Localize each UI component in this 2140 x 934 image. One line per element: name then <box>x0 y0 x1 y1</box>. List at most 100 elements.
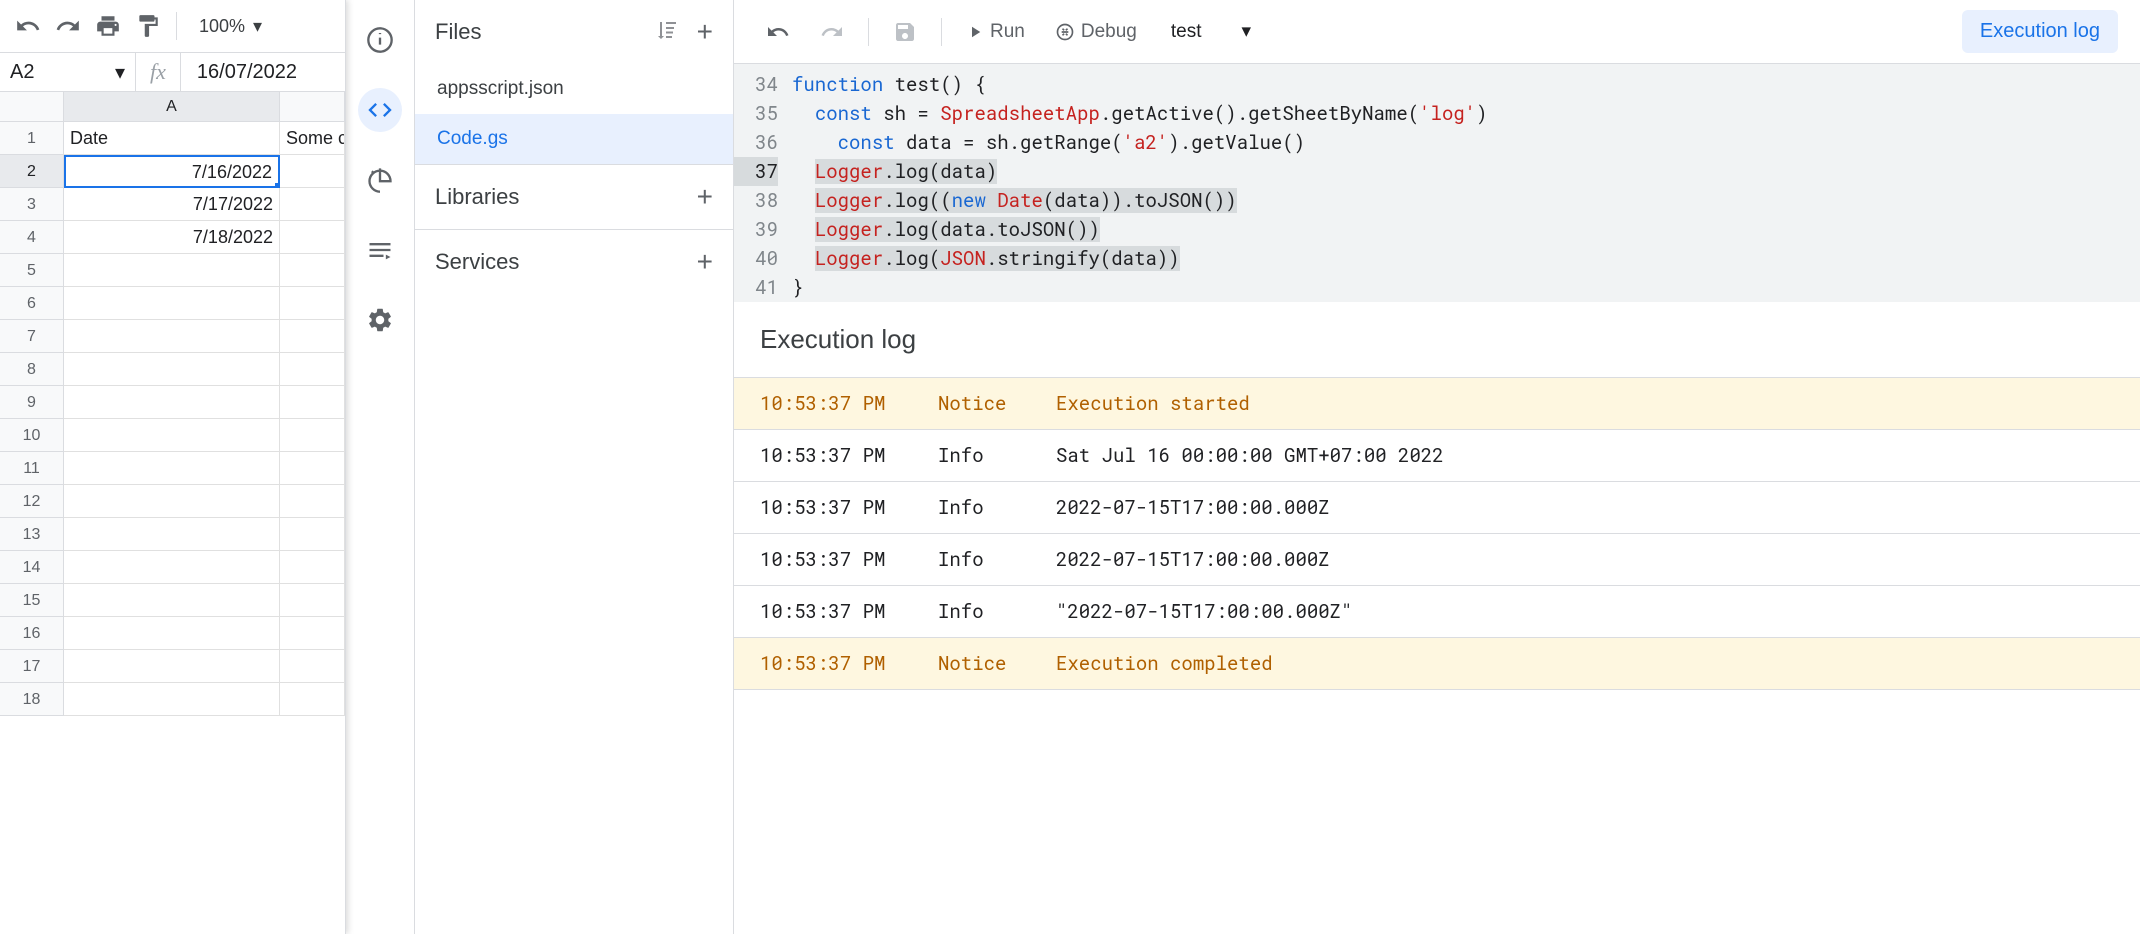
cell[interactable]: 7/17/2022 <box>64 188 280 221</box>
cell[interactable] <box>280 155 345 188</box>
cell[interactable] <box>64 683 280 716</box>
code-editor[interactable]: 3435363738394041 function test() { const… <box>734 64 2140 302</box>
row-header[interactable]: 11 <box>0 452 64 485</box>
row-header[interactable]: 10 <box>0 419 64 452</box>
overview-icon[interactable] <box>358 18 402 62</box>
cell[interactable] <box>64 419 280 452</box>
spreadsheet-grid[interactable]: A 1DateSome c 27/16/202237/17/202247/18/2… <box>0 92 345 934</box>
cell[interactable] <box>280 221 345 254</box>
row-header[interactable]: 15 <box>0 584 64 617</box>
editor-icon[interactable] <box>358 88 402 132</box>
chevron-down-icon: ▾ <box>115 60 125 85</box>
print-button[interactable] <box>92 10 124 42</box>
undo-button[interactable] <box>12 10 44 42</box>
cell[interactable] <box>280 287 345 320</box>
row-header[interactable]: 6 <box>0 287 64 320</box>
fx-icon: fx <box>136 53 181 91</box>
file-item[interactable]: Code.gs <box>415 114 733 164</box>
log-msg: 2022-07-15T17:00:00.000Z <box>1056 495 2114 520</box>
cell[interactable] <box>64 287 280 320</box>
cell[interactable] <box>64 254 280 287</box>
settings-icon[interactable] <box>358 298 402 342</box>
cell[interactable] <box>280 683 345 716</box>
run-button[interactable]: Run <box>956 15 1035 49</box>
cell[interactable] <box>64 617 280 650</box>
row-header[interactable]: 17 <box>0 650 64 683</box>
cell[interactable] <box>64 485 280 518</box>
cell[interactable] <box>280 617 345 650</box>
row-header[interactable]: 5 <box>0 254 64 287</box>
execution-log-button[interactable]: Execution log <box>1962 10 2118 53</box>
cell[interactable] <box>280 551 345 584</box>
redo-button[interactable] <box>52 10 84 42</box>
triggers-icon[interactable] <box>358 158 402 202</box>
cell[interactable] <box>64 353 280 386</box>
row-header[interactable]: 14 <box>0 551 64 584</box>
redo-button[interactable] <box>810 14 854 50</box>
log-msg: Execution started <box>1056 391 2114 416</box>
row-header[interactable]: 9 <box>0 386 64 419</box>
add-library-button[interactable]: + <box>697 183 713 211</box>
log-row: 10:53:37 PMInfo2022-07-15T17:00:00.000Z <box>734 482 2140 534</box>
cell[interactable] <box>280 320 345 353</box>
file-item[interactable]: appsscript.json <box>415 64 733 114</box>
function-select[interactable]: test▾ <box>1157 14 1277 49</box>
cell[interactable] <box>64 452 280 485</box>
row-header[interactable]: 18 <box>0 683 64 716</box>
cell[interactable]: 7/16/2022 <box>64 155 280 188</box>
cell[interactable] <box>64 551 280 584</box>
zoom-select[interactable]: 100%▾ <box>189 16 272 37</box>
name-box[interactable]: A2▾ <box>0 53 136 91</box>
row-header[interactable]: 12 <box>0 485 64 518</box>
sheets-toolbar: 100%▾ <box>0 0 345 52</box>
zoom-value: 100% <box>199 16 245 37</box>
cell[interactable] <box>64 518 280 551</box>
save-button[interactable] <box>883 14 927 50</box>
column-header-a[interactable]: A <box>64 92 280 122</box>
execution-log-table: 10:53:37 PMNoticeExecution started10:53:… <box>734 377 2140 690</box>
cell[interactable] <box>280 452 345 485</box>
row-header[interactable]: 7 <box>0 320 64 353</box>
executions-icon[interactable] <box>358 228 402 272</box>
cell[interactable] <box>280 419 345 452</box>
cell[interactable] <box>64 386 280 419</box>
cell[interactable] <box>280 650 345 683</box>
row-header[interactable]: 3 <box>0 188 64 221</box>
function-name: test <box>1171 21 1202 43</box>
files-panel: Files + appsscript.jsonCode.gs Libraries… <box>414 0 734 934</box>
cell[interactable] <box>64 584 280 617</box>
cell[interactable]: Date <box>64 122 280 155</box>
row-header[interactable]: 1 <box>0 122 64 155</box>
row-header[interactable]: 16 <box>0 617 64 650</box>
cell[interactable] <box>64 650 280 683</box>
cell[interactable] <box>280 254 345 287</box>
row-header[interactable]: 13 <box>0 518 64 551</box>
cell[interactable] <box>280 188 345 221</box>
log-time: 10:53:37 PM <box>760 599 910 624</box>
cell[interactable] <box>280 518 345 551</box>
row-header[interactable]: 8 <box>0 353 64 386</box>
left-rail <box>346 0 414 934</box>
cell[interactable] <box>280 353 345 386</box>
row-header[interactable]: 2 <box>0 155 64 188</box>
undo-button[interactable] <box>756 14 800 50</box>
cell[interactable]: Some c <box>280 122 345 155</box>
cell[interactable] <box>280 386 345 419</box>
add-service-button[interactable]: + <box>697 248 713 276</box>
cell[interactable] <box>64 320 280 353</box>
code-body[interactable]: function test() { const sh = Spreadsheet… <box>792 70 2140 302</box>
formula-bar: A2▾ fx 16/07/2022 <box>0 52 345 92</box>
sort-az-icon[interactable] <box>655 18 679 46</box>
cell[interactable] <box>280 485 345 518</box>
row-header[interactable]: 4 <box>0 221 64 254</box>
cell[interactable] <box>280 584 345 617</box>
paint-format-button[interactable] <box>132 10 164 42</box>
add-file-button[interactable]: + <box>697 18 713 46</box>
log-row: 10:53:37 PMInfoSat Jul 16 00:00:00 GMT+0… <box>734 430 2140 482</box>
debug-button[interactable]: Debug <box>1045 15 1147 49</box>
formula-input[interactable]: 16/07/2022 <box>181 61 313 84</box>
select-all-corner[interactable] <box>0 92 64 122</box>
column-header-b[interactable] <box>280 92 345 122</box>
log-row: 10:53:37 PMInfo"2022-07-15T17:00:00.000Z… <box>734 586 2140 638</box>
cell[interactable]: 7/18/2022 <box>64 221 280 254</box>
